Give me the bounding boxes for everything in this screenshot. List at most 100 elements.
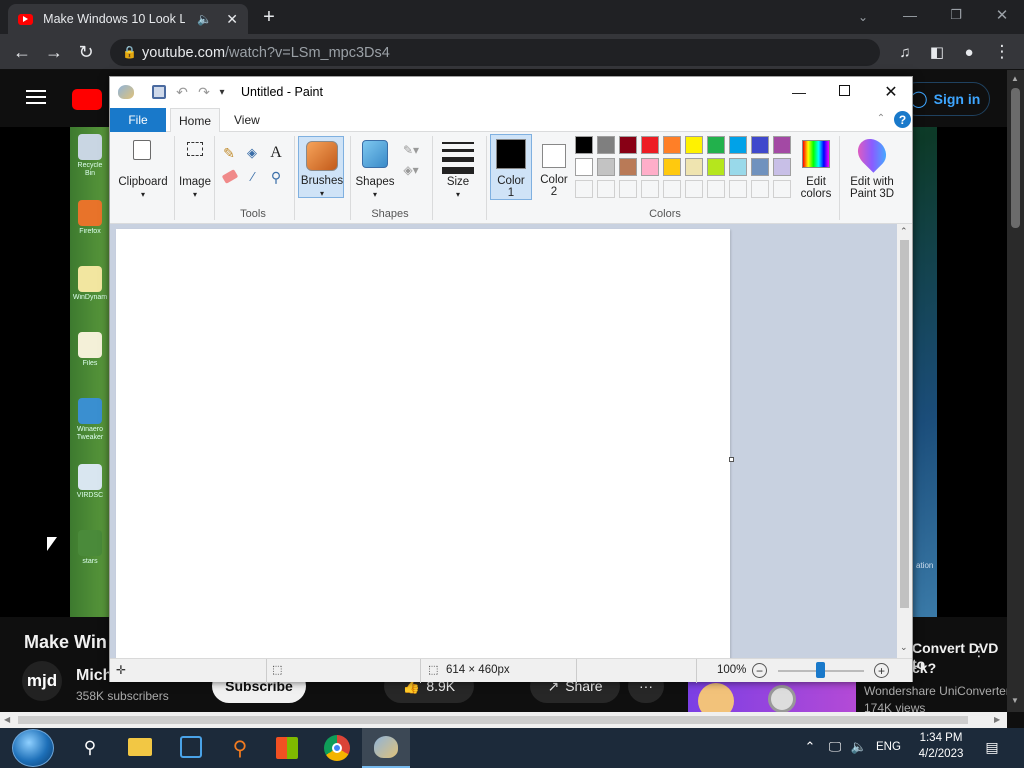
canvas-scroll-up-icon[interactable]: ⌃: [900, 226, 908, 237]
palette-swatch[interactable]: [729, 136, 747, 154]
palette-swatch[interactable]: [619, 180, 637, 198]
palette-swatch[interactable]: [619, 136, 637, 154]
palette-swatch[interactable]: [619, 158, 637, 176]
undo-icon[interactable]: ↶: [174, 84, 190, 100]
size-button[interactable]: Size ▾: [436, 134, 480, 199]
palette-swatch[interactable]: [751, 158, 769, 176]
palette-swatch[interactable]: [597, 136, 615, 154]
new-tab-button[interactable]: +: [258, 6, 280, 28]
palette-swatch[interactable]: [575, 136, 593, 154]
back-arrow-icon[interactable]: ←: [10, 40, 34, 64]
color2-button[interactable]: Color 2: [534, 134, 576, 200]
network-icon[interactable]: 🖵: [826, 738, 844, 756]
taskbar-search-app-icon[interactable]: ⚲: [227, 735, 253, 761]
taskbar-app-icon[interactable]: [180, 736, 202, 758]
outline-icon[interactable]: ✎▾: [400, 142, 422, 158]
scroll-thumb-horizontal[interactable]: [18, 716, 968, 724]
customize-toolbar-icon[interactable]: ▾: [216, 85, 228, 99]
clock-time[interactable]: 1:34 PM: [918, 732, 964, 744]
palette-swatch[interactable]: [751, 180, 769, 198]
browser-tab[interactable]: Make Windows 10 Look Like 🔈 ✕: [8, 4, 248, 34]
recommended-more-icon[interactable]: ⋮: [972, 643, 986, 660]
palette-swatch[interactable]: [685, 136, 703, 154]
canvas-scroll-down-icon[interactable]: ⌄: [900, 642, 908, 653]
collapse-ribbon-icon[interactable]: ⌃: [874, 111, 888, 125]
side-panel-icon[interactable]: ◧: [925, 40, 949, 64]
image-button[interactable]: Image ▾: [176, 134, 214, 199]
chrome-icon[interactable]: [324, 735, 350, 761]
action-center-icon[interactable]: ▤: [982, 738, 1002, 756]
tab-home[interactable]: Home: [170, 108, 220, 133]
browser-menu-icon[interactable]: ⋮: [990, 40, 1014, 64]
palette-swatch[interactable]: [751, 136, 769, 154]
fill-icon[interactable]: ◈▾: [400, 162, 422, 178]
palette-swatch[interactable]: [641, 136, 659, 154]
channel-avatar[interactable]: mjd: [22, 661, 62, 701]
paint-maximize-button[interactable]: [839, 85, 850, 96]
paint-close-button[interactable]: ✕: [874, 79, 908, 105]
zoom-out-icon[interactable]: −: [752, 663, 767, 678]
volume-icon[interactable]: 🔈: [850, 738, 868, 756]
palette-swatch[interactable]: [707, 136, 725, 154]
forward-arrow-icon[interactable]: →: [42, 40, 66, 64]
sign-in-button[interactable]: ◯ Sign in: [900, 82, 990, 116]
search-icon[interactable]: ⚲: [78, 736, 102, 760]
media-control-icon[interactable]: ♫: [893, 40, 917, 64]
palette-swatch[interactable]: [663, 136, 681, 154]
channel-name[interactable]: Mich: [76, 667, 112, 685]
tab-view[interactable]: View: [234, 113, 260, 127]
recommended-title-line2[interactable]: ck?: [912, 660, 936, 676]
canvas-vertical-scrollbar[interactable]: ⌃ ⌄: [897, 224, 912, 658]
page-horizontal-scrollbar[interactable]: ◀ ▶: [0, 712, 1007, 728]
palette-swatch[interactable]: [707, 180, 725, 198]
palette-swatch[interactable]: [597, 158, 615, 176]
reload-icon[interactable]: ↻: [74, 40, 98, 64]
show-hidden-icons-icon[interactable]: ⌃: [802, 738, 818, 756]
address-bar[interactable]: 🔒 youtube.com/watch?v=LSm_mpc3Ds4: [110, 39, 880, 66]
palette-swatch[interactable]: [685, 180, 703, 198]
palette-swatch[interactable]: [729, 180, 747, 198]
redo-icon[interactable]: ↷: [196, 84, 212, 100]
canvas-scroll-thumb[interactable]: [900, 240, 909, 608]
color1-button[interactable]: Color 1: [490, 134, 532, 200]
pencil-icon[interactable]: ✎: [220, 144, 238, 162]
recommended-channel[interactable]: Wondershare UniConverter: [864, 684, 1010, 698]
edit-with-paint3d-button[interactable]: Edit with Paint 3D: [843, 133, 901, 200]
palette-swatch[interactable]: [773, 136, 791, 154]
palette-swatch[interactable]: [663, 158, 681, 176]
close-window-button[interactable]: ✕: [988, 4, 1016, 26]
scroll-left-arrow-icon[interactable]: ◀: [4, 715, 10, 724]
help-icon[interactable]: ?: [894, 111, 911, 128]
minimize-window-button[interactable]: —: [896, 4, 924, 26]
palette-swatch[interactable]: [773, 180, 791, 198]
scroll-right-arrow-icon[interactable]: ▶: [994, 715, 1000, 724]
eraser-icon[interactable]: [221, 169, 239, 184]
palette-swatch[interactable]: [641, 180, 659, 198]
magnifier-icon[interactable]: ⚲: [267, 168, 285, 186]
palette-swatch[interactable]: [575, 180, 593, 198]
close-tab-icon[interactable]: ✕: [226, 11, 238, 28]
speaker-icon[interactable]: 🔈: [197, 12, 212, 26]
fill-bucket-icon[interactable]: ◈: [243, 144, 261, 162]
paint-app-icon[interactable]: [118, 85, 134, 99]
drawing-canvas[interactable]: [116, 229, 730, 659]
tab-search-icon[interactable]: ⌄: [852, 6, 874, 28]
zoom-slider-thumb[interactable]: [816, 662, 825, 678]
youtube-logo-icon[interactable]: [72, 89, 102, 110]
palette-swatch[interactable]: [597, 180, 615, 198]
file-explorer-icon[interactable]: [128, 738, 152, 756]
clock-date[interactable]: 4/2/2023: [914, 748, 968, 760]
store-icon[interactable]: [276, 737, 298, 759]
brushes-button[interactable]: Brushes ▾: [298, 136, 344, 198]
palette-swatch[interactable]: [641, 158, 659, 176]
paint-taskbar-button[interactable]: [362, 728, 410, 768]
profile-icon[interactable]: ●: [957, 40, 981, 64]
palette-swatch[interactable]: [663, 180, 681, 198]
palette-swatch[interactable]: [729, 158, 747, 176]
edit-colors-button[interactable]: Edit colors: [796, 134, 836, 200]
palette-swatch[interactable]: [707, 158, 725, 176]
clipboard-button[interactable]: Clipboard ▾: [114, 134, 172, 199]
paint-minimize-button[interactable]: —: [782, 79, 816, 105]
hamburger-menu-icon[interactable]: [26, 90, 46, 104]
restore-window-button[interactable]: ❐: [942, 4, 970, 26]
